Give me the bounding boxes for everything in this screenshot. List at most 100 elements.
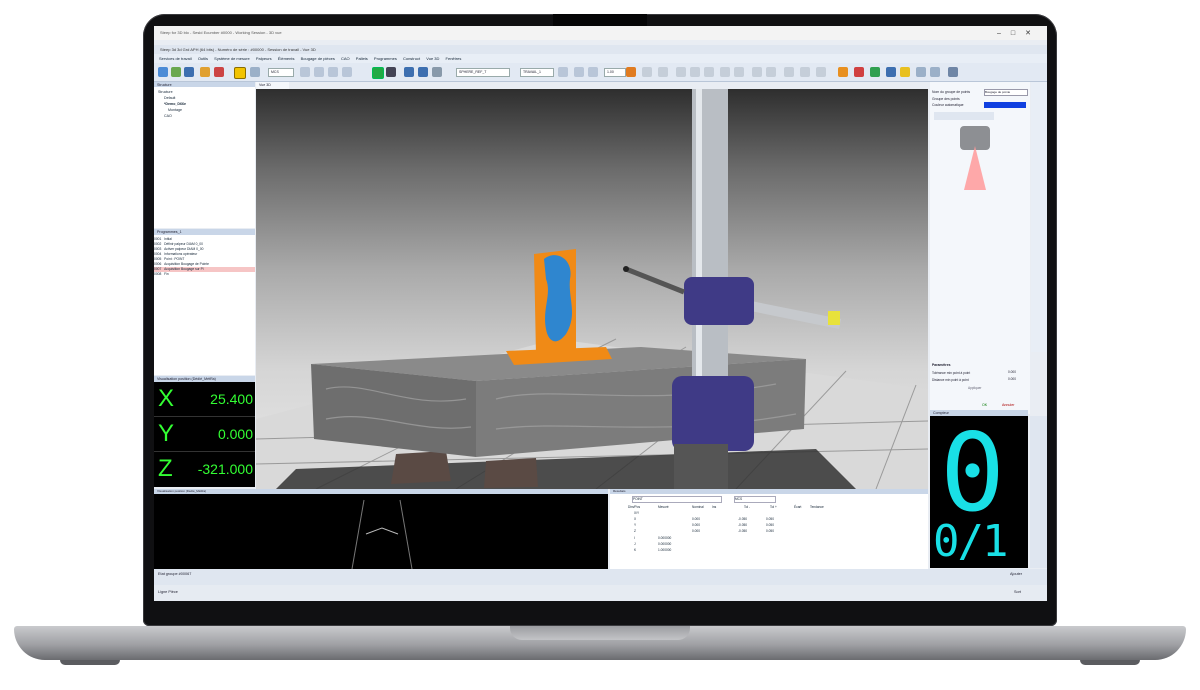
column-housing <box>672 376 754 451</box>
param-value[interactable]: 0.000 <box>1008 370 1016 374</box>
cancel-button[interactable]: Annuler <box>1002 403 1014 407</box>
shape-icon[interactable] <box>676 67 686 77</box>
results-cs-select[interactable]: MCS <box>734 496 776 503</box>
stop-icon[interactable] <box>386 67 396 77</box>
menu-item[interactable]: Pallets <box>356 56 368 61</box>
tree-item[interactable]: Montage <box>168 108 182 112</box>
cmm-column-highlight <box>696 89 702 419</box>
menu-item[interactable]: Construct <box>403 56 420 61</box>
group-points-checkbox[interactable]: Groupe des points <box>932 97 960 101</box>
active-mode-icon[interactable] <box>234 67 246 79</box>
menu-item[interactable]: Bougage de pièces <box>301 56 335 61</box>
green-run-icon[interactable] <box>372 67 384 79</box>
tree-item[interactable]: Structure <box>158 90 173 94</box>
param-value[interactable]: 0.000 <box>1008 377 1016 381</box>
color-icon[interactable] <box>886 67 896 77</box>
menu-item[interactable]: Programmes <box>374 56 397 61</box>
view-icon[interactable] <box>300 67 310 77</box>
shape-icon[interactable] <box>734 67 744 77</box>
3d-viewport[interactable] <box>256 89 928 489</box>
shape-icon[interactable] <box>752 67 762 77</box>
col-header: Dim/Pos <box>628 505 641 509</box>
shape-icon[interactable] <box>800 67 810 77</box>
refresh-icon[interactable] <box>250 67 260 77</box>
apply-button[interactable]: Appliquer <box>968 386 981 390</box>
folder-icon[interactable] <box>404 67 414 77</box>
axis-value: -321.000 <box>197 461 253 477</box>
table-cell: X <box>634 517 637 521</box>
pan-icon[interactable] <box>588 67 598 77</box>
scale-input[interactable]: 1.00 <box>604 68 626 77</box>
shape-icon[interactable] <box>642 67 652 77</box>
tree-item[interactable]: Default <box>164 96 175 100</box>
col-header: Nominal <box>692 505 704 509</box>
table-cell: 0.000000 <box>658 536 672 540</box>
tree-item[interactable]: *Demo_D66e <box>164 102 186 106</box>
tab-3d-view[interactable]: Vue 3D <box>256 82 289 89</box>
window-controls[interactable]: –□✕ <box>997 29 1041 37</box>
menu-item[interactable]: Palpeurs <box>256 56 272 61</box>
probe-stylus <box>625 266 685 295</box>
workplane-select[interactable]: TRAVAIL_1 <box>520 68 554 77</box>
highlight-icon[interactable] <box>838 67 848 77</box>
readout-y: Y 0.000 <box>154 417 255 452</box>
program-row[interactable]: 0008 Fin <box>154 272 255 277</box>
sort-button[interactable]: Sort <box>1014 590 1021 594</box>
color-icon[interactable] <box>870 67 880 77</box>
probe-select[interactable]: SPHERE_REF_T <box>456 68 510 77</box>
menu-item[interactable]: Services de travail <box>159 56 192 61</box>
vertical-toolbar[interactable] <box>1031 82 1047 352</box>
shape-icon[interactable] <box>816 67 826 77</box>
palette-icon[interactable] <box>626 67 636 77</box>
shape-icon[interactable] <box>766 67 776 77</box>
shape-icon[interactable] <box>658 67 668 77</box>
results-feature-select[interactable]: POINT <box>632 496 722 503</box>
color-swatch[interactable] <box>984 102 1026 108</box>
zoom-icon[interactable] <box>574 67 584 77</box>
app-title: Steep 3d 3d Grd APH (64 bits) - Numéro d… <box>160 47 316 52</box>
shape-icon[interactable] <box>704 67 714 77</box>
window-title: Steep for 3D blo - Sesld Ecumber #0000 -… <box>160 30 282 35</box>
counter-main: 0 <box>940 411 1006 536</box>
save-icon[interactable] <box>184 67 194 77</box>
table-cell: 0.000 <box>692 517 700 521</box>
view-icon[interactable] <box>328 67 338 77</box>
ok-button[interactable]: OK <box>982 403 987 407</box>
help-icon[interactable] <box>948 67 958 77</box>
view-icon[interactable] <box>342 67 352 77</box>
status-right[interactable]: Ajouter <box>1010 572 1022 576</box>
machine-icon[interactable] <box>900 67 910 77</box>
settings-icon[interactable] <box>930 67 940 77</box>
shape-icon[interactable] <box>720 67 730 77</box>
print-icon[interactable] <box>418 67 428 77</box>
view-icon[interactable] <box>314 67 324 77</box>
auto-color-checkbox[interactable]: Couleur automatique <box>932 103 963 107</box>
coordinate-system-select[interactable]: MCS <box>268 68 294 77</box>
tool-icon[interactable] <box>214 67 224 77</box>
menu-item[interactable]: CAO <box>341 56 350 61</box>
param-label: Tolérance min point à point <box>932 371 971 375</box>
color-icon[interactable] <box>854 67 864 77</box>
shape-icon[interactable] <box>690 67 700 77</box>
menu-item[interactable]: Éléments <box>278 56 295 61</box>
new-icon[interactable] <box>158 67 168 77</box>
menu-item[interactable]: Fenêtres <box>446 56 462 61</box>
shape-icon[interactable] <box>784 67 794 77</box>
column-foot <box>674 444 728 489</box>
menu-item[interactable]: Système de mesure <box>214 56 250 61</box>
bottom-bar: Ligne Pièce Sort <box>154 585 1047 601</box>
counter-display: 0 0/1 <box>930 416 1028 568</box>
grid-icon[interactable] <box>558 67 568 77</box>
window-titlebar: Steep for 3D blo - Sesld Ecumber #0000 -… <box>154 26 1047 40</box>
settings-icon[interactable] <box>916 67 926 77</box>
probe-icon[interactable] <box>200 67 210 77</box>
panel-tabs[interactable] <box>934 112 994 120</box>
counter-tools[interactable] <box>1030 416 1047 568</box>
tree-item[interactable]: CAO <box>164 114 172 118</box>
screen: Steep for 3D blo - Sesld Ecumber #0000 -… <box>154 26 1047 601</box>
open-icon[interactable] <box>171 67 181 77</box>
measure-icon[interactable] <box>432 67 442 77</box>
menu-item[interactable]: Outils <box>198 56 208 61</box>
group-name-input[interactable]: Bougage de pointe <box>984 89 1028 96</box>
menu-item[interactable]: Vue 3D <box>426 56 439 61</box>
